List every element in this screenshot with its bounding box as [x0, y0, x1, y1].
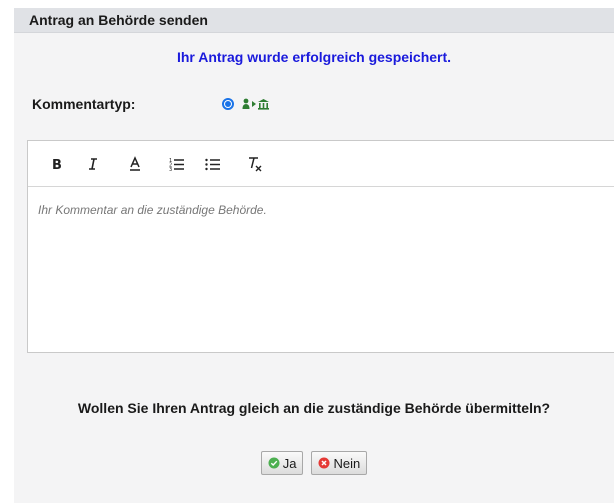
clear-format-icon[interactable]	[244, 153, 266, 175]
button-row: Ja Nein	[14, 451, 614, 475]
success-message: Ihr Antrag wurde erfolgreich gespeichert…	[176, 49, 452, 65]
comment-type-row: Kommentartyp:	[32, 96, 270, 112]
no-button[interactable]: Nein	[311, 451, 368, 475]
cancel-icon	[318, 457, 330, 469]
bold-icon[interactable]: B	[46, 153, 68, 175]
check-icon	[268, 457, 280, 469]
comment-editor: B 123 Ihr Kommentar an die zuständige Be…	[27, 140, 614, 353]
dialog-title: Antrag an Behörde senden	[14, 8, 614, 33]
comment-type-radio[interactable]	[222, 98, 234, 110]
comment-textarea[interactable]: Ihr Kommentar an die zuständige Behörde.	[28, 187, 614, 233]
comment-placeholder: Ihr Kommentar an die zuständige Behörde.	[38, 203, 267, 217]
ordered-list-icon[interactable]: 123	[166, 153, 188, 175]
yes-button-label: Ja	[282, 455, 297, 471]
font-color-icon[interactable]	[124, 153, 146, 175]
editor-toolbar: B 123	[28, 141, 614, 187]
send-to-authority-dialog: Antrag an Behörde senden Ihr Antrag wurd…	[14, 8, 614, 503]
svg-text:3: 3	[169, 167, 172, 171]
bullet-list-icon[interactable]	[202, 153, 224, 175]
svg-text:B: B	[52, 158, 62, 171]
italic-icon[interactable]	[82, 153, 104, 175]
yes-button[interactable]: Ja	[260, 451, 304, 475]
no-button-label: Nein	[333, 455, 361, 471]
comment-type-label: Kommentartyp:	[32, 96, 136, 112]
person-to-authority-icon	[242, 98, 270, 110]
submit-question: Wollen Sie Ihren Antrag gleich an die zu…	[77, 400, 551, 416]
